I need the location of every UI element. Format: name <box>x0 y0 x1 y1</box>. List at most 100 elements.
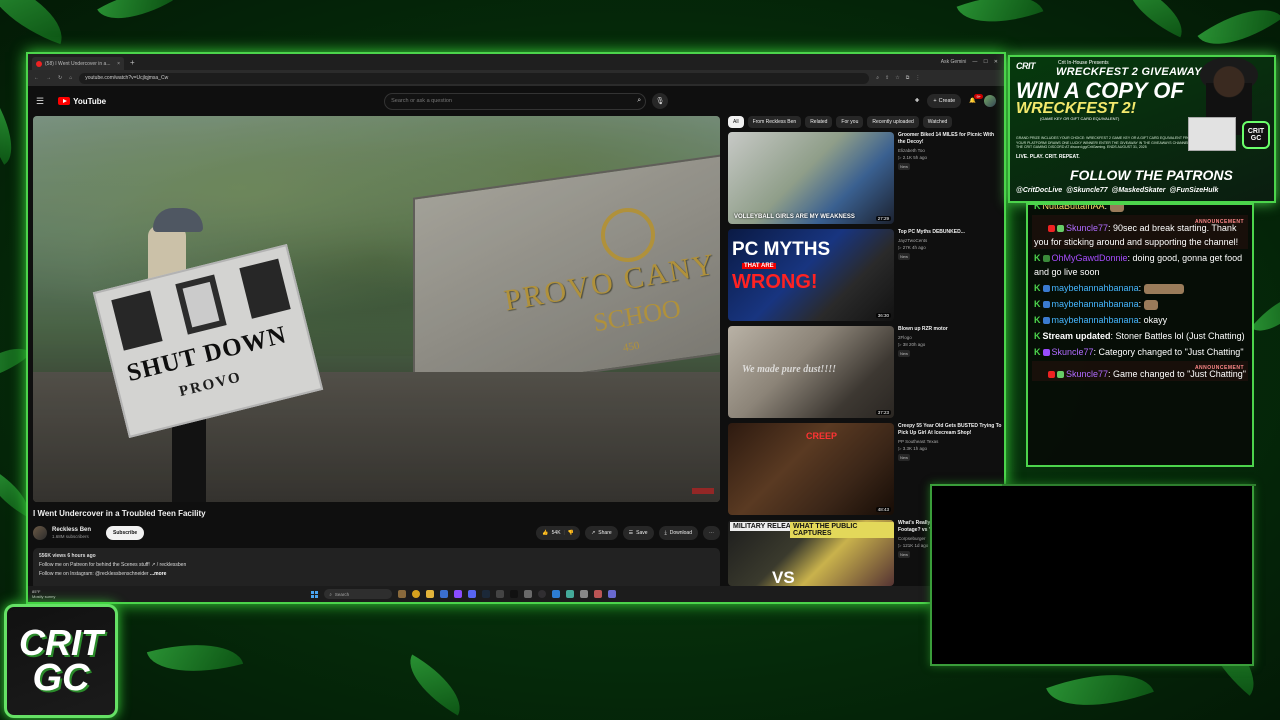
extensions-icon[interactable]: ⧉ <box>906 75 910 81</box>
app-icon[interactable] <box>580 590 589 598</box>
chat-username[interactable]: Skuncle77 <box>1052 347 1094 357</box>
steam-icon[interactable] <box>482 590 491 598</box>
chip-from-channel[interactable]: From Reckless Ben <box>747 116 802 128</box>
leaf-decoration <box>0 100 26 165</box>
tab-close-button[interactable]: × <box>117 61 120 67</box>
ask-gemini-button[interactable]: Ask Gemini <box>941 59 967 65</box>
youtube-favicon-icon <box>36 60 42 67</box>
discord-icon[interactable] <box>468 590 477 598</box>
channel-avatar[interactable] <box>33 526 47 540</box>
search-icon[interactable]: ⌕ <box>637 97 641 105</box>
recommendation-item[interactable]: PC MYTHS THAT ARE WRONG! 36:30 Top PC My… <box>728 229 1002 321</box>
create-button[interactable]: + Create <box>927 94 962 108</box>
chip-watched[interactable]: Watched <box>922 116 953 128</box>
chat-username[interactable]: maybehannahbanana <box>1052 315 1139 325</box>
save-button[interactable]: ☰ Save <box>622 526 654 540</box>
home-icon[interactable]: ⌂ <box>69 75 72 81</box>
app-icon[interactable] <box>524 590 533 598</box>
file-explorer-icon[interactable] <box>426 590 435 598</box>
chip-for-you[interactable]: For you <box>836 116 864 128</box>
maximize-icon[interactable]: ☐ <box>983 59 987 65</box>
description-box[interactable]: 556K views 6 hours ago Follow me on Patr… <box>33 548 720 590</box>
recommendation-thumbnail[interactable]: We made pure dust!!!! 37:23 <box>728 326 894 418</box>
chat-username[interactable]: maybehannahbanana <box>1052 283 1139 293</box>
new-tab-button[interactable]: + <box>130 58 135 67</box>
app-icon[interactable] <box>566 590 575 598</box>
recommendation-channel[interactable]: PP Southeast Texas <box>898 439 1002 444</box>
moderator-badge-icon <box>1042 349 1050 357</box>
subscribe-button[interactable]: Subscribe <box>106 526 145 540</box>
notifications-bell-icon[interactable]: 🔔 9+ <box>969 94 983 104</box>
emote-icon <box>1143 299 1158 310</box>
new-badge: New <box>898 163 911 170</box>
leaf-decoration <box>1250 281 1280 345</box>
menu-dots-icon[interactable]: ⋮ <box>915 75 920 81</box>
app-icon[interactable] <box>608 590 617 598</box>
url-field[interactable]: youtube.com/watch?v=Ucjlqjmsa_Cw <box>79 72 870 84</box>
chat-username[interactable]: NuttaButtaInAA <box>1043 205 1105 211</box>
bookmark-star-icon[interactable]: ☆ <box>895 75 899 81</box>
thumbs-down-icon[interactable]: 👎 <box>568 530 574 536</box>
recommendation-item[interactable]: VOLLEYBALL GIRLS ARE MY WEAKNESS 27:29 G… <box>728 132 1002 224</box>
chat-username[interactable]: Skuncle77 <box>1066 369 1108 379</box>
recommendation-thumbnail[interactable]: VOLLEYBALL GIRLS ARE MY WEAKNESS 27:29 <box>728 132 894 224</box>
more-dots-icon: ⋯ <box>709 530 714 536</box>
app-icon[interactable] <box>496 590 505 598</box>
close-window-icon[interactable]: ✕ <box>994 59 998 65</box>
url-text: youtube.com/watch?v=Ucjlqjmsa_Cw <box>85 75 169 81</box>
tiktok-icon[interactable] <box>510 590 519 598</box>
account-avatar[interactable] <box>984 95 996 107</box>
voice-search-mic-icon[interactable]: 🎙 <box>652 93 669 109</box>
obs-icon[interactable] <box>538 590 547 598</box>
minimize-icon[interactable]: — <box>972 59 977 65</box>
download-button[interactable]: ⤓ Download <box>658 526 698 540</box>
taskbar-search[interactable]: ⌕ Search <box>324 589 393 599</box>
patron-name: @FunSizeHulk <box>1169 187 1219 194</box>
channel-name[interactable]: Reckless Ben <box>52 527 91 533</box>
hamburger-menu-icon[interactable]: ☰ <box>36 96 44 107</box>
chrome-icon[interactable] <box>412 590 421 598</box>
chat-username[interactable]: Skuncle77 <box>1066 223 1108 233</box>
recommendation-thumbnail[interactable]: PC MYTHS THAT ARE WRONG! 36:30 <box>728 229 894 321</box>
back-icon[interactable]: ← <box>34 75 39 81</box>
recommendation-channel[interactable]: Elizabeth Too <box>898 148 1002 153</box>
forward-icon[interactable]: → <box>46 75 51 81</box>
zoom-icon[interactable]: ⌕ <box>876 75 879 81</box>
youtube-logo[interactable]: YouTube <box>58 97 106 106</box>
subscribe-watermark-icon[interactable] <box>692 488 714 494</box>
app-icon[interactable] <box>552 590 561 598</box>
channel-row: Reckless Ben 1.68M subscribers Subscribe… <box>33 522 720 544</box>
description-more-link[interactable]: ...more <box>150 571 166 577</box>
windows-start-icon[interactable] <box>311 590 319 598</box>
like-button[interactable]: 👍 54K | 👎 <box>536 526 581 540</box>
task-view-icon[interactable] <box>398 590 407 598</box>
more-actions-button[interactable]: ⋯ <box>703 526 720 540</box>
header-right-actions: ✚ + Create 🔔 9+ <box>915 94 996 108</box>
video-player[interactable]: PROVO CANY SCHOO 450 SHUT DOWN PROVO <box>33 116 720 502</box>
chat-username[interactable]: maybehannahbanana <box>1052 299 1139 309</box>
recommendation-title[interactable]: Creepy 55 Year Old Gets BUSTED Trying To… <box>898 423 1002 437</box>
chip-all[interactable]: All <box>728 116 744 128</box>
chip-recently-uploaded[interactable]: Recently uploaded <box>867 116 919 128</box>
chat-username[interactable]: OhMyGawdDonnie <box>1052 253 1128 263</box>
recommendation-title[interactable]: Blown up RZR motor <box>898 326 948 333</box>
app-icon[interactable] <box>594 590 603 598</box>
twitch-icon[interactable] <box>454 590 463 598</box>
share-button[interactable]: ↗ Share <box>585 526 618 540</box>
search-input[interactable]: Search or ask a question ⌕ <box>384 92 647 110</box>
browser-tab[interactable]: (58) I Went Undercover in a... × <box>32 57 124 70</box>
recommendation-channel[interactable]: 2Flogo <box>898 335 948 340</box>
recommendation-thumbnail[interactable]: MILITARY RELEASE WHAT THE PUBLIC CAPTURE… <box>728 520 894 586</box>
recommendation-channel[interactable]: JayzTwoCents <box>898 238 965 243</box>
share-page-icon[interactable]: ⇪ <box>885 75 889 81</box>
recommendation-title[interactable]: Groomer Biked 14 MILES for Picnic With t… <box>898 132 1002 146</box>
app-icon[interactable] <box>440 590 449 598</box>
recommendation-item[interactable]: We made pure dust!!!! 37:23 Blown up RZR… <box>728 326 1002 418</box>
thumbnail-caption: We made pure dust!!!! <box>742 364 836 375</box>
recommendation-thumbnail[interactable]: CREEP 48:43 <box>728 423 894 515</box>
chip-related[interactable]: Related <box>805 116 833 128</box>
weather-widget[interactable]: 85°F Mostly sunny <box>32 589 55 599</box>
reload-icon[interactable]: ↻ <box>58 75 62 81</box>
cast-icon[interactable]: ✚ <box>915 98 920 104</box>
recommendation-title[interactable]: Top PC Myths DEBUNKED... <box>898 229 965 236</box>
